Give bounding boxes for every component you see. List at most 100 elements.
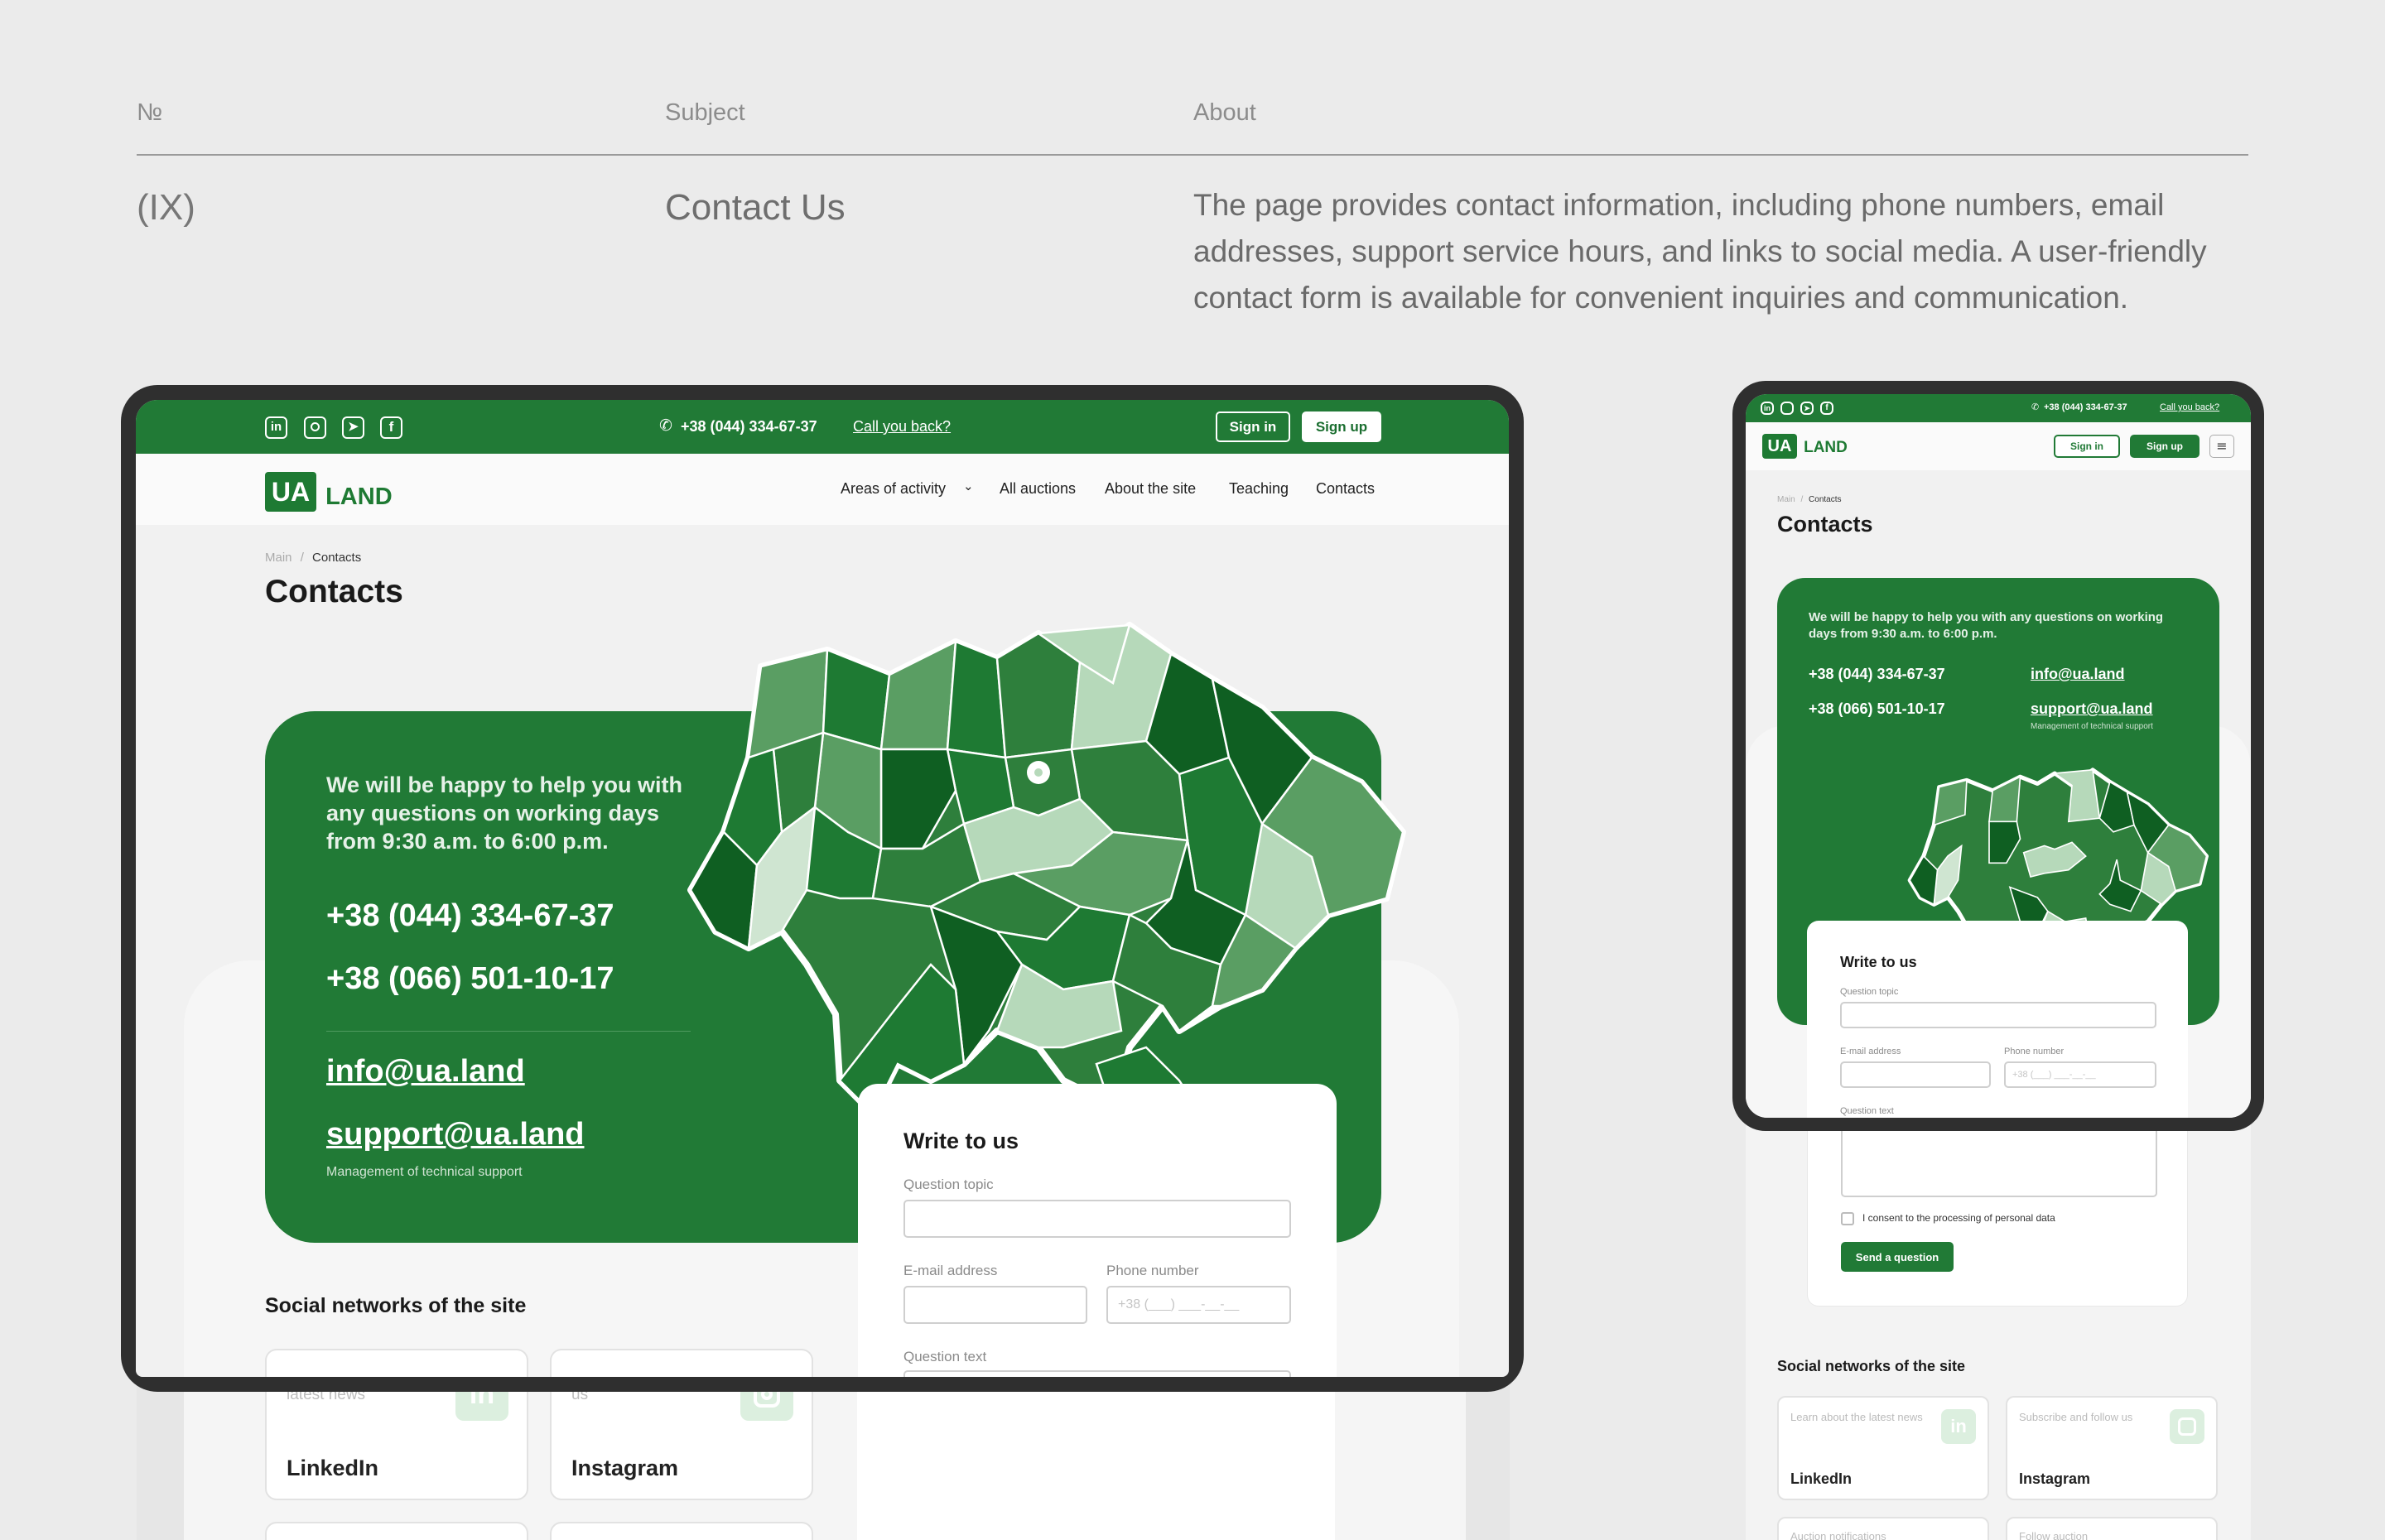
email-input[interactable]: [903, 1286, 1087, 1324]
text-label: Question text: [903, 1349, 987, 1364]
phone-2[interactable]: +38 (066) 501-10-17: [326, 961, 614, 997]
social-card-instagram-top[interactable]: [550, 1349, 813, 1377]
nav-contacts[interactable]: Contacts: [1316, 480, 1375, 498]
breadcrumb-current: Contacts: [312, 551, 362, 565]
question-text-input[interactable]: [903, 1370, 1291, 1377]
tablet-logo[interactable]: UA LAND: [1762, 434, 1848, 459]
tablet-phone-2[interactable]: +38 (066) 501-10-17: [1809, 700, 1945, 718]
page-title: Contacts: [265, 574, 403, 609]
tablet-email-support[interactable]: support@ua.land: [2031, 700, 2153, 718]
linkedin-icon[interactable]: in: [265, 416, 287, 439]
breadcrumb: Main / Contacts: [265, 551, 361, 565]
email-support[interactable]: support@ua.land: [326, 1117, 585, 1153]
logo-ua: UA: [1762, 434, 1797, 459]
social-title: Social networks of the site: [265, 1294, 527, 1317]
social-card-name: Instagram: [2019, 1470, 2091, 1487]
tablet-question-topic-input[interactable]: [1840, 1002, 2156, 1028]
topic-label: Question topic: [903, 1177, 994, 1192]
sign-up-button[interactable]: Sign up: [1302, 411, 1381, 442]
social-card-caption: Follow auction: [2019, 1530, 2089, 1540]
breadcrumb-main[interactable]: Main: [265, 551, 292, 565]
main-nav: UA LAND Areas of activity ⌄ All auctions…: [136, 454, 1509, 525]
breadcrumb-separator: /: [1800, 495, 1804, 504]
logo-land: LAND: [325, 484, 393, 510]
call-back-link[interactable]: Call you back?: [853, 418, 951, 436]
logo-land: LAND: [1804, 438, 1848, 456]
social-card-telegram[interactable]: [265, 1522, 528, 1540]
tablet-social-card-instagram[interactable]: Subscribe and follow us Instagram: [2006, 1396, 2218, 1500]
ukraine-map: [687, 622, 1406, 1132]
tablet-email-info[interactable]: info@ua.land: [2031, 666, 2125, 683]
linkedin-icon[interactable]: in: [1761, 402, 1774, 415]
breadcrumb-separator: /: [300, 551, 304, 565]
phone-icon: ✆: [659, 416, 672, 435]
tablet-phone-1[interactable]: +38 (044) 334-67-37: [1809, 666, 1945, 683]
top-bar: in ➤ f ✆ +38 (044) 334-67-37 Call you ba…: [136, 400, 1509, 454]
tablet-page-title: Contacts: [1777, 512, 1873, 537]
sign-in-button[interactable]: Sign in: [1216, 411, 1290, 442]
tablet-sign-in-button[interactable]: Sign in: [2054, 435, 2120, 458]
send-question-button[interactable]: Send a question: [1841, 1242, 1954, 1272]
email-info[interactable]: info@ua.land: [326, 1054, 525, 1090]
instagram-icon[interactable]: [1780, 402, 1794, 415]
nav-about-the-site[interactable]: About the site: [1105, 480, 1196, 498]
phone-label: Phone number: [1106, 1263, 1199, 1278]
tablet-call-back-link[interactable]: Call you back?: [2160, 402, 2219, 412]
consent-checkbox[interactable]: [1841, 1212, 1854, 1225]
email-label: E-mail address: [1840, 1047, 1901, 1056]
help-text: We will be happy to help you with any qu…: [326, 772, 683, 854]
topic-label: Question topic: [1840, 987, 1899, 997]
tablet-email-input[interactable]: [1840, 1061, 1991, 1088]
text-label: Question text: [1840, 1106, 1894, 1116]
tablet-social-card-facebook[interactable]: Follow auction: [2006, 1517, 2218, 1540]
instagram-icon[interactable]: [304, 416, 326, 439]
phone-placeholder: +38 (___) ___-__-__: [2012, 1070, 2096, 1080]
contacts-divider: [326, 1031, 691, 1032]
tablet-social-card-linkedin[interactable]: Learn about the latest news in LinkedIn: [1777, 1396, 1989, 1500]
social-card-facebook[interactable]: [550, 1522, 813, 1540]
social-card-linkedin-top[interactable]: [265, 1349, 528, 1377]
social-card-name: LinkedIn: [287, 1456, 379, 1480]
phone-input[interactable]: +38 (___) ___-__-__: [1106, 1286, 1291, 1324]
phone-1[interactable]: +38 (044) 334-67-37: [326, 898, 614, 934]
telegram-icon[interactable]: ➤: [342, 416, 364, 439]
header-divider: [137, 154, 2248, 156]
question-topic-input[interactable]: [903, 1200, 1291, 1238]
support-note: Management of technical support: [326, 1165, 523, 1179]
desktop-device-frame: in ➤ f ✆ +38 (044) 334-67-37 Call you ba…: [121, 385, 1524, 1392]
menu-icon[interactable]: ≡: [2209, 435, 2234, 458]
section-number: (IX): [137, 187, 195, 228]
breadcrumb-current: Contacts: [1809, 495, 1842, 504]
consent-label: I consent to the processing of personal …: [1862, 1212, 2055, 1224]
tablet-support-note: Management of technical support: [2031, 722, 2153, 731]
logo[interactable]: UA LAND: [265, 472, 393, 512]
tablet-device-frame: in ➤ f ✆ +38 (044) 334-67-37 Call you ba…: [1732, 381, 2264, 1131]
tablet-phone-input[interactable]: +38 (___) ___-__-__: [2004, 1061, 2156, 1088]
telegram-icon[interactable]: ➤: [1800, 402, 1814, 415]
tablet-form-title: Write to us: [1840, 954, 1917, 970]
social-card-caption: Subscribe and follow us: [2019, 1411, 2133, 1423]
col-about-label: About: [1193, 99, 1256, 126]
desktop-screen: in ➤ f ✆ +38 (044) 334-67-37 Call you ba…: [136, 400, 1509, 1377]
facebook-icon[interactable]: f: [1820, 402, 1833, 415]
instagram-icon: [2170, 1409, 2204, 1444]
tablet-social-card-telegram[interactable]: Auction notifications: [1777, 1517, 1989, 1540]
tablet-sign-up-button[interactable]: Sign up: [2130, 435, 2200, 458]
col-num-label: №: [137, 99, 163, 126]
linkedin-icon: in: [1941, 1409, 1976, 1444]
facebook-icon[interactable]: f: [380, 416, 402, 439]
tablet-page-continuation: I consent to the processing of personal …: [1746, 1076, 2251, 1540]
top-phone[interactable]: +38 (044) 334-67-37: [681, 418, 817, 436]
tablet-social-title: Social networks of the site: [1777, 1358, 1966, 1374]
tablet-breadcrumb: Main / Contacts: [1777, 495, 1842, 504]
phone-icon: ✆: [2031, 402, 2040, 412]
tablet-top-bar: in ➤ f ✆ +38 (044) 334-67-37 Call you ba…: [1746, 394, 2251, 422]
tablet-top-phone[interactable]: +38 (044) 334-67-37: [2044, 402, 2127, 412]
logo-ua: UA: [265, 472, 316, 512]
social-card-name: LinkedIn: [1790, 1470, 1853, 1487]
nav-areas-of-activity[interactable]: Areas of activity: [841, 480, 946, 498]
breadcrumb-main[interactable]: Main: [1777, 495, 1795, 504]
nav-all-auctions[interactable]: All auctions: [1000, 480, 1076, 498]
section-about: The page provides contact information, i…: [1193, 188, 2207, 315]
nav-teaching[interactable]: Teaching: [1229, 480, 1289, 498]
